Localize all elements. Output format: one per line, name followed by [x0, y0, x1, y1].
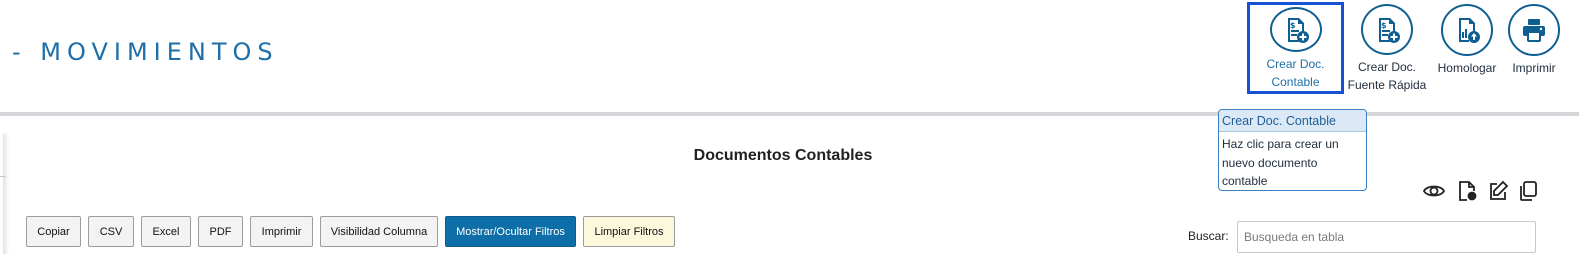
copy-icon[interactable]: [1516, 179, 1540, 203]
crear-doc-fuente-rapida-button[interactable]: $ Crear Doc. Fuente Rápida: [1346, 2, 1428, 94]
limpiar-filtros-button[interactable]: Limpiar Filtros: [583, 216, 675, 247]
svg-text:$: $: [1381, 21, 1387, 30]
homologar-label: Homologar: [1437, 61, 1497, 75]
search-label: Buscar:: [1188, 229, 1229, 243]
crear-doc-contable-button[interactable]: $ Crear Doc. Contable: [1247, 2, 1344, 94]
printer-icon: [1508, 4, 1560, 56]
imprimir-button[interactable]: Imprimir: [1506, 2, 1562, 94]
crear-doc-fuente-rapida-label-line2: Fuente Rápida: [1347, 78, 1427, 92]
document-chart-upload-icon: [1441, 4, 1493, 56]
page-title: - MOVIMIENTOS: [12, 38, 279, 66]
crear-doc-contable-label-line2: Contable: [1271, 75, 1320, 89]
svg-text:$: $: [1290, 21, 1296, 30]
tooltip-line: nuevo documento: [1222, 155, 1318, 170]
side-panel-mark: [0, 176, 6, 177]
excel-button[interactable]: Excel: [141, 216, 191, 247]
edit-icon[interactable]: [1486, 179, 1510, 203]
tooltip-line: contable: [1222, 174, 1268, 188]
imprimir-table-button[interactable]: Imprimir: [250, 216, 313, 247]
search-input[interactable]: [1237, 221, 1536, 253]
document-dollar-plus-icon: $: [1269, 7, 1322, 52]
visibilidad-columna-button[interactable]: Visibilidad Columna: [320, 216, 438, 247]
eye-icon[interactable]: [1422, 179, 1446, 203]
crear-doc-contable-label-line1: Crear Doc.: [1266, 57, 1325, 71]
tooltip-line: Haz clic para crear un: [1222, 137, 1339, 151]
tooltip-body: Haz clic para crear un nuevo documento c…: [1219, 132, 1366, 190]
homologar-button[interactable]: Homologar: [1434, 2, 1500, 94]
imprimir-label: Imprimir: [1512, 61, 1556, 75]
copiar-button[interactable]: Copiar: [26, 216, 81, 247]
pdf-button[interactable]: PDF: [198, 216, 243, 247]
crear-doc-contable-tooltip: Crear Doc. Contable Haz clic para crear …: [1218, 109, 1367, 191]
document-search-icon[interactable]: [1455, 179, 1479, 203]
tooltip-title: Crear Doc. Contable: [1219, 110, 1366, 132]
mostrar-ocultar-filtros-button[interactable]: Mostrar/Ocultar Filtros: [445, 216, 576, 247]
crear-doc-fuente-rapida-label-line1: Crear Doc.: [1357, 60, 1416, 74]
document-dollar-plus-icon: $: [1361, 4, 1413, 55]
csv-button[interactable]: CSV: [88, 216, 134, 247]
